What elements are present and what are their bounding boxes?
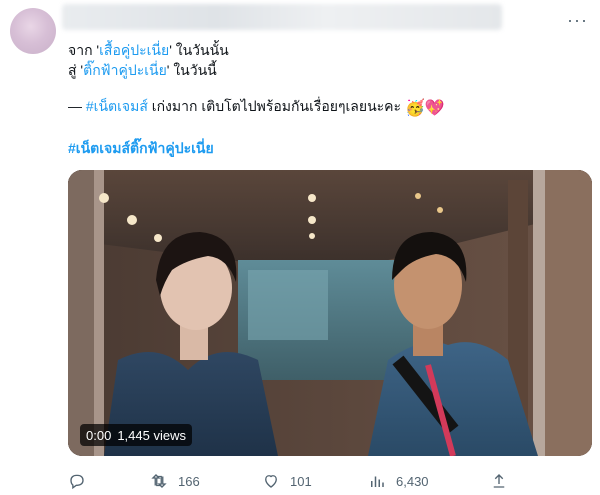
like-count: 101 — [290, 473, 312, 489]
emoji: 🥳💖 — [404, 100, 445, 117]
heart-icon — [265, 475, 277, 488]
share-icon — [493, 474, 505, 488]
retweet-icon — [151, 474, 167, 488]
reply-button[interactable] — [68, 472, 86, 490]
text-segment: จาก ' — [68, 42, 100, 58]
more-options-icon[interactable]: ··· — [567, 10, 588, 31]
text-segment: สู่ ' — [68, 62, 84, 78]
views-count: 6,430 — [396, 473, 429, 489]
tweet-line-3: — #เน็ตเจมส์ เก่งมาก เติบโตไปพร้อมกันเรื… — [68, 96, 445, 118]
video-time: 0:00 — [86, 427, 112, 443]
video-player[interactable] — [68, 170, 592, 456]
quote-link[interactable]: ติ๊กฟ้าคู่ปะเนี่ย — [83, 62, 167, 78]
video-status-badge: 0:00 1,445 views — [80, 424, 192, 446]
tweet-line-1: จาก 'เสื้อคู่ปะเนี่ย' ในวันนั้น — [68, 40, 229, 62]
like-button[interactable]: 101 — [262, 472, 312, 490]
avatar[interactable] — [10, 8, 56, 54]
tweet-line-2: สู่ 'ติ๊กฟ้าคู่ปะเนี่ย' ในวันนี้ — [68, 60, 217, 82]
views-button[interactable]: 6,430 — [368, 472, 429, 490]
share-button[interactable] — [490, 472, 508, 490]
text-segment: — — [68, 98, 86, 114]
hashtag-link[interactable]: #เน็ตเจมส์ติ๊กฟ้าคู่ปะเนี่ย — [68, 138, 214, 160]
retweet-count: 166 — [178, 473, 200, 489]
bar-chart-icon — [371, 476, 384, 487]
reply-icon — [70, 474, 84, 490]
quote-link[interactable]: เสื้อคู่ปะเนี่ย — [99, 42, 169, 58]
text-segment: ' ในวันนั้น — [169, 42, 229, 58]
tweet-actions: 166 101 6,430 — [0, 470, 600, 494]
video-views: 1,445 views — [117, 427, 186, 443]
text-segment: ' ในวันนี้ — [166, 62, 217, 78]
text-segment: เก่งมาก เติบโตไปพร้อมกันเรื่อยๆเลยนะคะ — [147, 98, 405, 114]
hashtag-link[interactable]: #เน็ตเจมส์ — [86, 98, 148, 114]
video-frame — [68, 170, 592, 456]
retweet-button[interactable]: 166 — [150, 472, 200, 490]
author-header-blurred[interactable] — [62, 4, 502, 30]
